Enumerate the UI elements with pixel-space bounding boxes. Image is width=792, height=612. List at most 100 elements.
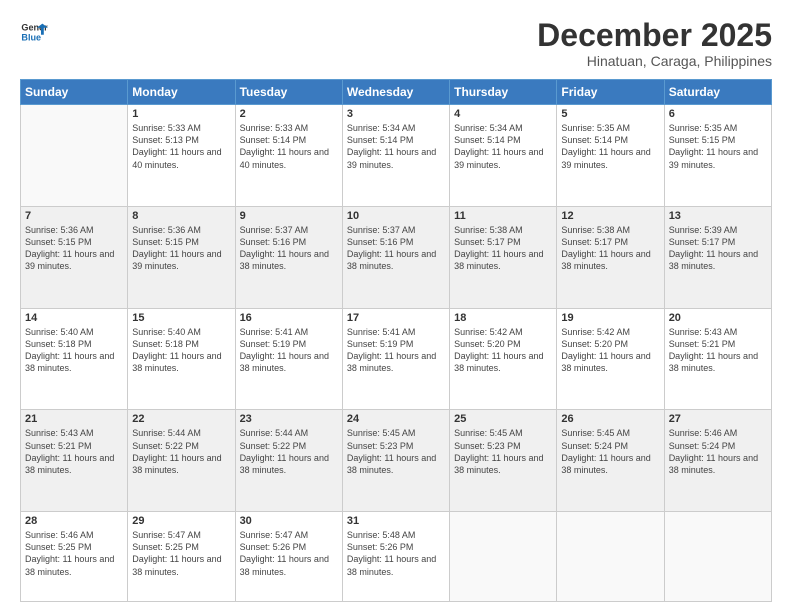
table-row: 22 Sunrise: 5:44 AMSunset: 5:22 PMDaylig… [128, 410, 235, 512]
day-number: 31 [347, 515, 445, 527]
table-row: 24 Sunrise: 5:45 AMSunset: 5:23 PMDaylig… [342, 410, 449, 512]
day-info: Sunrise: 5:35 AMSunset: 5:15 PMDaylight:… [669, 123, 758, 169]
svg-text:Blue: Blue [21, 32, 41, 42]
day-info: Sunrise: 5:42 AMSunset: 5:20 PMDaylight:… [454, 327, 543, 373]
table-row: 8 Sunrise: 5:36 AMSunset: 5:15 PMDayligh… [128, 206, 235, 308]
day-info: Sunrise: 5:35 AMSunset: 5:14 PMDaylight:… [561, 123, 650, 169]
day-number: 26 [561, 413, 659, 425]
day-number: 16 [240, 312, 338, 324]
day-number: 2 [240, 108, 338, 120]
day-info: Sunrise: 5:38 AMSunset: 5:17 PMDaylight:… [454, 225, 543, 271]
day-number: 5 [561, 108, 659, 120]
day-info: Sunrise: 5:45 AMSunset: 5:23 PMDaylight:… [454, 428, 543, 474]
table-row: 2 Sunrise: 5:33 AMSunset: 5:14 PMDayligh… [235, 105, 342, 207]
day-info: Sunrise: 5:46 AMSunset: 5:25 PMDaylight:… [25, 530, 114, 576]
day-number: 19 [561, 312, 659, 324]
table-row: 6 Sunrise: 5:35 AMSunset: 5:15 PMDayligh… [664, 105, 771, 207]
day-info: Sunrise: 5:33 AMSunset: 5:13 PMDaylight:… [132, 123, 221, 169]
logo: General Blue [20, 18, 48, 46]
day-info: Sunrise: 5:40 AMSunset: 5:18 PMDaylight:… [132, 327, 221, 373]
calendar-week-row: 28 Sunrise: 5:46 AMSunset: 5:25 PMDaylig… [21, 512, 772, 602]
table-row: 9 Sunrise: 5:37 AMSunset: 5:16 PMDayligh… [235, 206, 342, 308]
table-row: 17 Sunrise: 5:41 AMSunset: 5:19 PMDaylig… [342, 308, 449, 410]
day-number: 12 [561, 210, 659, 222]
table-row: 31 Sunrise: 5:48 AMSunset: 5:26 PMDaylig… [342, 512, 449, 602]
day-number: 17 [347, 312, 445, 324]
day-info: Sunrise: 5:36 AMSunset: 5:15 PMDaylight:… [132, 225, 221, 271]
subtitle: Hinatuan, Caraga, Philippines [537, 53, 772, 69]
day-info: Sunrise: 5:45 AMSunset: 5:24 PMDaylight:… [561, 428, 650, 474]
table-row: 25 Sunrise: 5:45 AMSunset: 5:23 PMDaylig… [450, 410, 557, 512]
table-row [664, 512, 771, 602]
table-row: 14 Sunrise: 5:40 AMSunset: 5:18 PMDaylig… [21, 308, 128, 410]
table-row: 1 Sunrise: 5:33 AMSunset: 5:13 PMDayligh… [128, 105, 235, 207]
table-row: 10 Sunrise: 5:37 AMSunset: 5:16 PMDaylig… [342, 206, 449, 308]
table-row [557, 512, 664, 602]
day-info: Sunrise: 5:47 AMSunset: 5:26 PMDaylight:… [240, 530, 329, 576]
day-number: 22 [132, 413, 230, 425]
table-row: 13 Sunrise: 5:39 AMSunset: 5:17 PMDaylig… [664, 206, 771, 308]
calendar-week-row: 14 Sunrise: 5:40 AMSunset: 5:18 PMDaylig… [21, 308, 772, 410]
table-row: 21 Sunrise: 5:43 AMSunset: 5:21 PMDaylig… [21, 410, 128, 512]
table-row: 29 Sunrise: 5:47 AMSunset: 5:25 PMDaylig… [128, 512, 235, 602]
table-row: 20 Sunrise: 5:43 AMSunset: 5:21 PMDaylig… [664, 308, 771, 410]
day-number: 25 [454, 413, 552, 425]
day-number: 18 [454, 312, 552, 324]
main-title: December 2025 [537, 18, 772, 53]
calendar-week-row: 21 Sunrise: 5:43 AMSunset: 5:21 PMDaylig… [21, 410, 772, 512]
day-info: Sunrise: 5:47 AMSunset: 5:25 PMDaylight:… [132, 530, 221, 576]
day-number: 28 [25, 515, 123, 527]
header-saturday: Saturday [664, 80, 771, 105]
day-number: 9 [240, 210, 338, 222]
table-row: 5 Sunrise: 5:35 AMSunset: 5:14 PMDayligh… [557, 105, 664, 207]
day-info: Sunrise: 5:43 AMSunset: 5:21 PMDaylight:… [25, 428, 114, 474]
day-number: 15 [132, 312, 230, 324]
table-row: 11 Sunrise: 5:38 AMSunset: 5:17 PMDaylig… [450, 206, 557, 308]
logo-icon: General Blue [20, 18, 48, 46]
day-info: Sunrise: 5:45 AMSunset: 5:23 PMDaylight:… [347, 428, 436, 474]
day-number: 29 [132, 515, 230, 527]
table-row: 16 Sunrise: 5:41 AMSunset: 5:19 PMDaylig… [235, 308, 342, 410]
calendar-header-row: Sunday Monday Tuesday Wednesday Thursday… [21, 80, 772, 105]
header-tuesday: Tuesday [235, 80, 342, 105]
day-number: 23 [240, 413, 338, 425]
day-number: 4 [454, 108, 552, 120]
day-number: 1 [132, 108, 230, 120]
day-info: Sunrise: 5:41 AMSunset: 5:19 PMDaylight:… [240, 327, 329, 373]
table-row [21, 105, 128, 207]
day-number: 11 [454, 210, 552, 222]
header-sunday: Sunday [21, 80, 128, 105]
table-row: 15 Sunrise: 5:40 AMSunset: 5:18 PMDaylig… [128, 308, 235, 410]
day-info: Sunrise: 5:44 AMSunset: 5:22 PMDaylight:… [240, 428, 329, 474]
day-number: 8 [132, 210, 230, 222]
day-info: Sunrise: 5:42 AMSunset: 5:20 PMDaylight:… [561, 327, 650, 373]
day-number: 6 [669, 108, 767, 120]
day-number: 20 [669, 312, 767, 324]
table-row: 23 Sunrise: 5:44 AMSunset: 5:22 PMDaylig… [235, 410, 342, 512]
title-block: December 2025 Hinatuan, Caraga, Philippi… [537, 18, 772, 69]
day-info: Sunrise: 5:48 AMSunset: 5:26 PMDaylight:… [347, 530, 436, 576]
day-info: Sunrise: 5:37 AMSunset: 5:16 PMDaylight:… [347, 225, 436, 271]
header-monday: Monday [128, 80, 235, 105]
header: General Blue December 2025 Hinatuan, Car… [20, 18, 772, 69]
calendar-week-row: 7 Sunrise: 5:36 AMSunset: 5:15 PMDayligh… [21, 206, 772, 308]
day-info: Sunrise: 5:37 AMSunset: 5:16 PMDaylight:… [240, 225, 329, 271]
day-number: 24 [347, 413, 445, 425]
page: General Blue December 2025 Hinatuan, Car… [0, 0, 792, 612]
day-info: Sunrise: 5:43 AMSunset: 5:21 PMDaylight:… [669, 327, 758, 373]
header-friday: Friday [557, 80, 664, 105]
header-thursday: Thursday [450, 80, 557, 105]
table-row: 12 Sunrise: 5:38 AMSunset: 5:17 PMDaylig… [557, 206, 664, 308]
day-number: 21 [25, 413, 123, 425]
day-info: Sunrise: 5:38 AMSunset: 5:17 PMDaylight:… [561, 225, 650, 271]
day-number: 7 [25, 210, 123, 222]
day-info: Sunrise: 5:46 AMSunset: 5:24 PMDaylight:… [669, 428, 758, 474]
day-number: 13 [669, 210, 767, 222]
table-row: 30 Sunrise: 5:47 AMSunset: 5:26 PMDaylig… [235, 512, 342, 602]
day-number: 3 [347, 108, 445, 120]
day-info: Sunrise: 5:33 AMSunset: 5:14 PMDaylight:… [240, 123, 329, 169]
header-wednesday: Wednesday [342, 80, 449, 105]
day-info: Sunrise: 5:44 AMSunset: 5:22 PMDaylight:… [132, 428, 221, 474]
table-row: 19 Sunrise: 5:42 AMSunset: 5:20 PMDaylig… [557, 308, 664, 410]
table-row: 28 Sunrise: 5:46 AMSunset: 5:25 PMDaylig… [21, 512, 128, 602]
